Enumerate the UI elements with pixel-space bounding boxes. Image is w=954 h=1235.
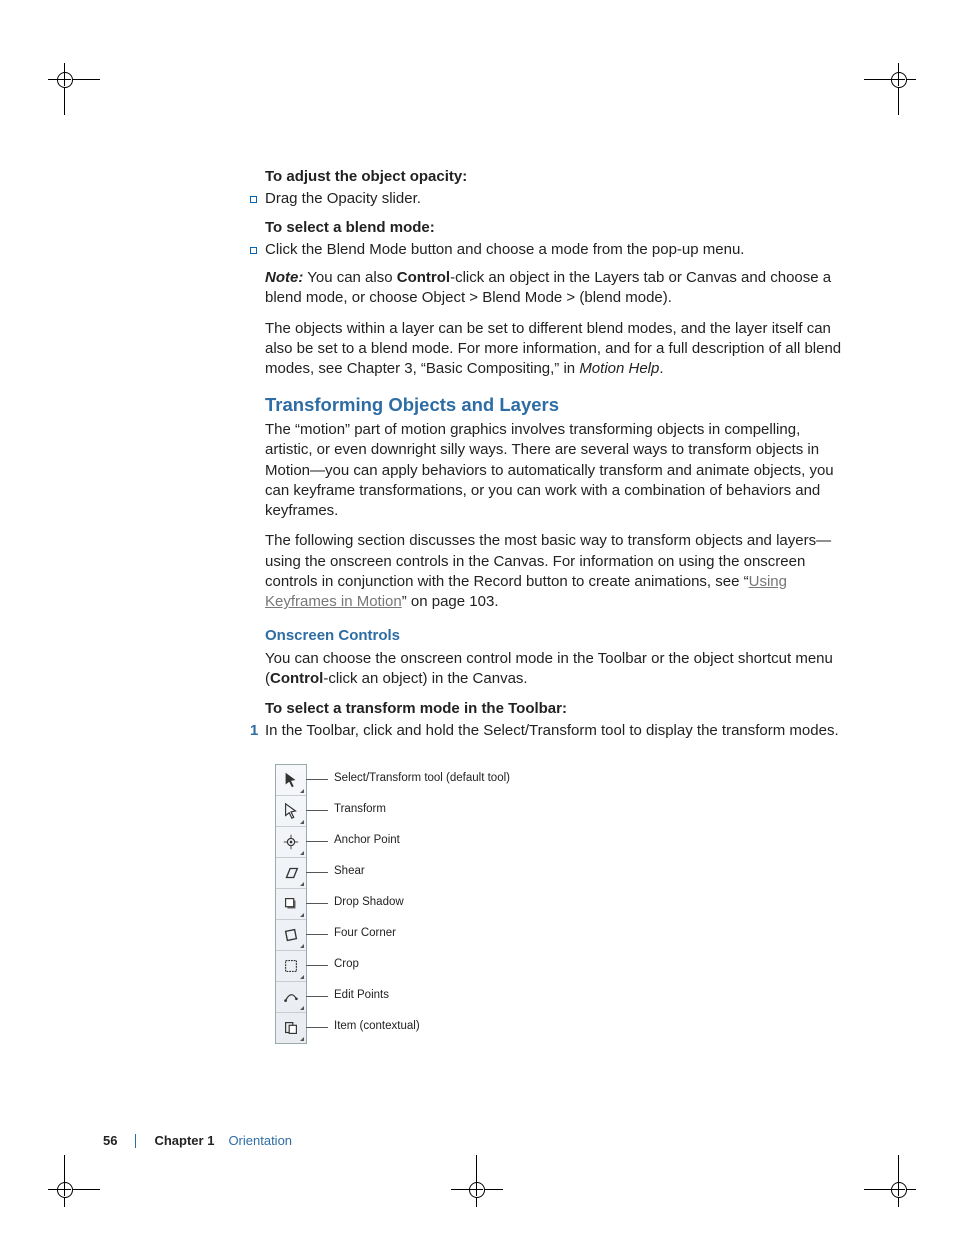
heading-adjust-opacity: To adjust the object opacity: [265, 167, 845, 187]
page-footer: 56 Chapter 1 Orientation [103, 1133, 292, 1148]
pointer-outline-icon [282, 802, 300, 820]
tool-label: Drop Shadow [334, 895, 404, 911]
submenu-indicator-icon [300, 851, 304, 855]
tool-label: Transform [334, 802, 386, 818]
tool-select-transform [276, 765, 306, 796]
note-label: Note: [265, 269, 303, 286]
submenu-indicator-icon [300, 975, 304, 979]
tool-label: Item (contextual) [334, 1019, 420, 1035]
divider [135, 1134, 136, 1148]
heading-select-transform-mode: To select a transform mode in the Toolba… [265, 699, 845, 719]
note-paragraph: Note: You can also Control-click an obje… [265, 268, 845, 309]
tool-label: Crop [334, 957, 359, 973]
submenu-indicator-icon [300, 1006, 304, 1010]
step-number: 1 [250, 721, 258, 741]
crop-mark-icon [864, 45, 934, 115]
bullet-text: Click the Blend Mode button and choose a… [265, 240, 744, 260]
pointer-icon [282, 771, 300, 789]
anchor-point-icon [282, 833, 300, 851]
page-number: 56 [103, 1133, 117, 1148]
tool-drop-shadow [276, 889, 306, 920]
tool-label: Four Corner [334, 926, 396, 942]
tool-anchor-point [276, 827, 306, 858]
crop-mark-icon [864, 1155, 934, 1225]
section-heading-transforming: Transforming Objects and Layers [265, 393, 845, 418]
submenu-indicator-icon [300, 789, 304, 793]
toolbar-figure: Select/Transform tool (default tool) Tra… [275, 764, 845, 1044]
edit-points-icon [282, 988, 300, 1006]
drop-shadow-icon [282, 895, 300, 913]
four-corner-icon [282, 926, 300, 944]
submenu-indicator-icon [300, 1037, 304, 1041]
chapter-name: Orientation [228, 1133, 292, 1148]
item-icon [282, 1019, 300, 1037]
tool-shear [276, 858, 306, 889]
tool-strip [275, 764, 307, 1044]
paragraph: The “motion” part of motion graphics inv… [265, 420, 845, 521]
subheading-onscreen-controls: Onscreen Controls [265, 626, 845, 646]
crop-mark-icon [442, 1155, 512, 1225]
bullet-icon [250, 247, 257, 254]
paragraph: The objects within a layer can be set to… [265, 319, 845, 380]
paragraph: You can choose the onscreen control mode… [265, 649, 845, 690]
submenu-indicator-icon [300, 944, 304, 948]
shear-icon [282, 864, 300, 882]
bullet-text: Drag the Opacity slider. [265, 189, 421, 209]
tool-label: Edit Points [334, 988, 389, 1004]
submenu-indicator-icon [300, 913, 304, 917]
crop-icon [282, 957, 300, 975]
bullet-icon [250, 196, 257, 203]
submenu-indicator-icon [300, 820, 304, 824]
tool-label: Shear [334, 864, 365, 880]
crop-mark-icon [30, 45, 100, 115]
tool-label: Anchor Point [334, 833, 400, 849]
heading-select-blend: To select a blend mode: [265, 218, 845, 238]
tool-item-contextual [276, 1013, 306, 1043]
tool-four-corner [276, 920, 306, 951]
chapter-label: Chapter 1 [154, 1133, 214, 1148]
step-text: In the Toolbar, click and hold the Selec… [265, 721, 845, 741]
submenu-indicator-icon [300, 882, 304, 886]
crop-mark-icon [30, 1155, 100, 1225]
tool-edit-points [276, 982, 306, 1013]
tool-label: Select/Transform tool (default tool) [334, 771, 510, 787]
tool-transform [276, 796, 306, 827]
tool-crop [276, 951, 306, 982]
paragraph: The following section discusses the most… [265, 531, 845, 612]
